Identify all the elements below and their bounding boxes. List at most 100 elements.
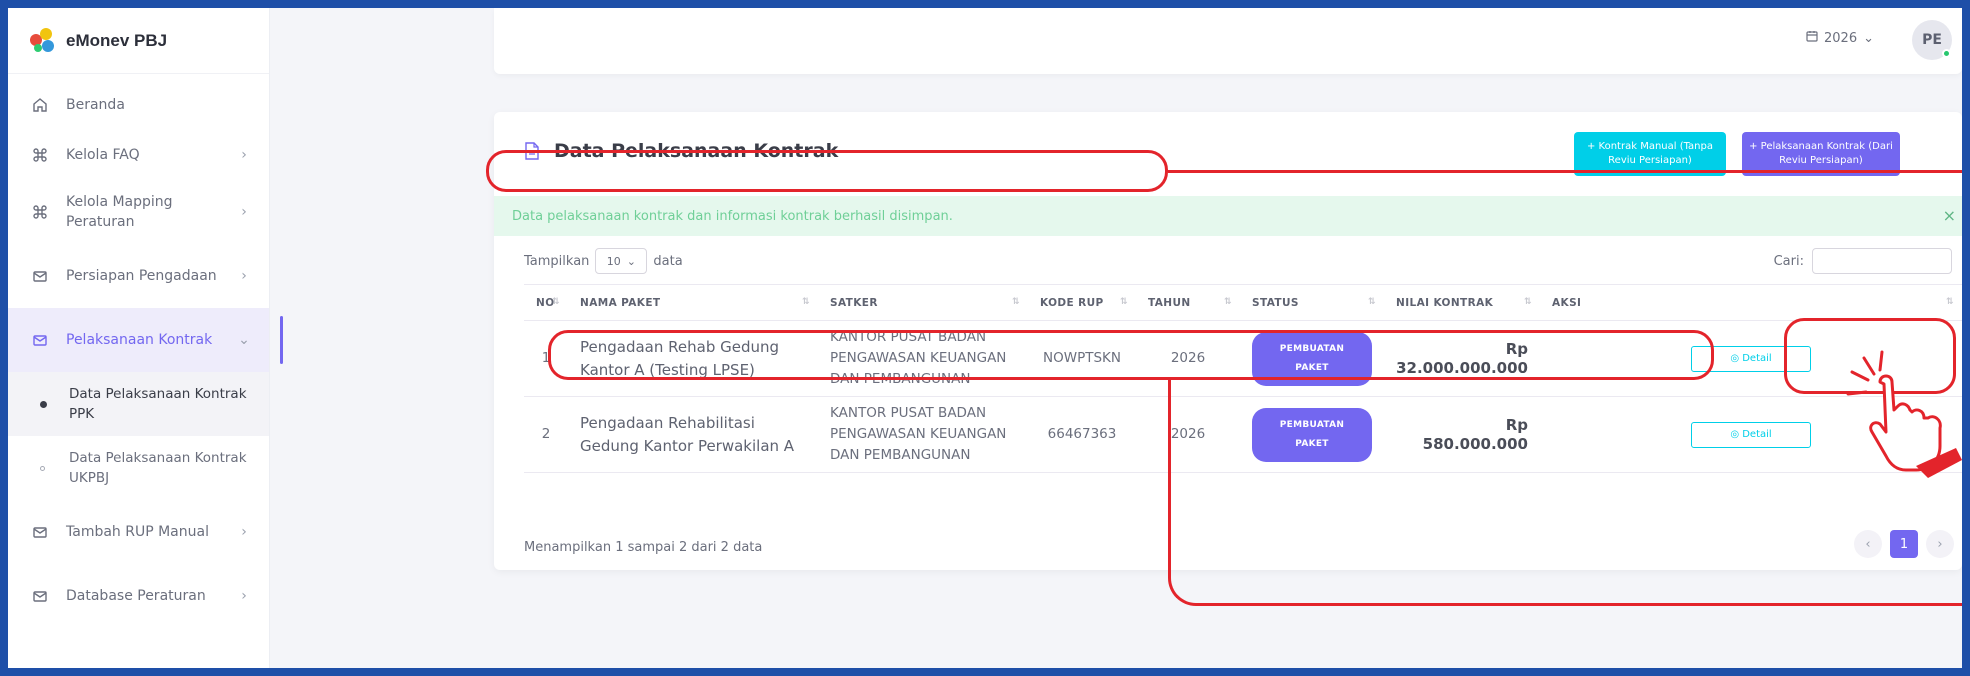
search-label: Cari: xyxy=(1773,253,1804,269)
mail-icon xyxy=(30,586,50,606)
app-frame: eMonev PBJ Beranda Kelola FAQ › Kelola M… xyxy=(8,8,1962,668)
search-input[interactable] xyxy=(1812,248,1952,274)
bullet-icon xyxy=(40,400,47,408)
add-pelaksanaan-kontrak-button[interactable]: + Pelaksanaan Kontrak (Dari Reviu Persia… xyxy=(1742,132,1900,176)
cell-no: 2 xyxy=(524,396,568,473)
cell-nama-paket: Pengadaan Rehab Gedung Kantor A (Testing… xyxy=(568,320,818,397)
column-header: AKSI ⇅ xyxy=(1540,284,1962,321)
sidebar-item-label: Data Pelaksanaan Kontrak UKPBJ xyxy=(69,450,247,486)
sidebar-item-label: Data Pelaksanaan Kontrak PPK xyxy=(69,386,247,422)
bullet-icon xyxy=(40,465,45,471)
cell-tahun: 2026 xyxy=(1136,396,1240,473)
status-badge: PEMBUATAN PAKET xyxy=(1252,407,1372,462)
table-info: Menampilkan 1 sampai 2 dari 2 data xyxy=(524,540,763,555)
column-header[interactable]: NILAI KONTRAK ⇅ xyxy=(1384,284,1540,321)
page-length-control: Tampilkan 10 ⌄ data xyxy=(524,248,683,274)
brand[interactable]: eMonev PBJ xyxy=(8,8,269,74)
mail-icon xyxy=(30,330,50,350)
kontrak-table: NO ⇅ NAMA PAKET ⇅ SATKER ⇅ KODE RUP ⇅ TAHUN ⇅… xyxy=(524,284,1962,473)
card-title-text: Data Pelaksanaan Kontrak xyxy=(554,140,839,162)
pagination: ‹ 1 › xyxy=(1854,530,1954,558)
chevron-right-icon: › xyxy=(241,204,247,220)
sidebar-item-database-peraturan[interactable]: Database Peraturan › xyxy=(8,564,269,628)
sidebar-item-label: Tambah RUP Manual xyxy=(66,524,209,540)
sidebar-item-beranda[interactable]: Beranda xyxy=(8,80,269,130)
cell-kode-rup: 66467363 xyxy=(1028,396,1136,473)
command-icon xyxy=(30,202,50,222)
column-header[interactable]: NAMA PAKET ⇅ xyxy=(568,284,818,321)
column-header[interactable]: SATKER ⇅ xyxy=(818,284,1028,321)
add-kontrak-manual-button[interactable]: + Kontrak Manual (Tanpa Reviu Persiapan) xyxy=(1574,132,1726,176)
detail-button[interactable]: ◎ Detail xyxy=(1691,345,1811,372)
cell-status: PEMBUATAN PAKET xyxy=(1240,396,1384,473)
year-value: 2026 xyxy=(1824,30,1858,46)
table-search: Cari: xyxy=(1774,248,1952,274)
sidebar-subitem-data-ukpbj[interactable]: Data Pelaksanaan Kontrak UKPBJ xyxy=(8,436,269,500)
sidebar-item-label: Persiapan Pengadaan xyxy=(66,268,217,284)
pagination-prev[interactable]: ‹ xyxy=(1854,530,1882,558)
pointing-hand-icon xyxy=(1846,348,1962,478)
sidebar-item-pelaksanaan-kontrak[interactable]: Pelaksanaan Kontrak ⌄ xyxy=(8,308,283,372)
close-icon[interactable]: × xyxy=(1943,206,1956,225)
cell-nama-paket: Pengadaan Rehabilitasi Gedung Kantor Per… xyxy=(568,396,818,473)
cell-nilai: Rp 32.000.000.000 xyxy=(1384,320,1540,397)
avatar[interactable]: PE xyxy=(1912,20,1952,60)
cell-kode-rup: NOWPTSKN xyxy=(1028,320,1136,397)
pagination-next[interactable]: › xyxy=(1926,530,1954,558)
column-header[interactable]: TAHUN ⇅ xyxy=(1136,284,1240,321)
sidebar: eMonev PBJ Beranda Kelola FAQ › Kelola M… xyxy=(8,8,283,668)
mail-icon xyxy=(30,266,50,286)
online-status-icon xyxy=(1942,49,1951,58)
calendar-icon xyxy=(1806,30,1818,46)
chevron-right-icon: › xyxy=(241,588,247,604)
brand-logo-icon xyxy=(30,27,56,54)
sidebar-item-label: Database Peraturan xyxy=(66,588,206,604)
mail-icon xyxy=(30,522,50,542)
year-select[interactable]: 2026 ⌄ xyxy=(1806,30,1874,46)
detail-button[interactable]: ◎ Detail xyxy=(1691,421,1811,448)
chevron-right-icon: › xyxy=(241,147,247,163)
cell-nilai: Rp 580.000.000 xyxy=(1384,396,1540,473)
home-icon xyxy=(30,95,50,115)
command-icon xyxy=(30,145,50,165)
chevron-down-icon: ⌄ xyxy=(1863,30,1874,46)
brand-name: eMonev PBJ xyxy=(66,30,168,50)
sidebar-item-persiapan-pengadaan[interactable]: Persiapan Pengadaan › xyxy=(8,244,269,308)
sidebar-subitem-data-ppk[interactable]: Data Pelaksanaan Kontrak PPK xyxy=(8,372,269,436)
cell-satker: KANTOR PUSAT BADAN PENGAWASAN KEUANGAN D… xyxy=(818,320,1028,397)
alert-text: Data pelaksanaan kontrak dan informasi k… xyxy=(512,208,953,224)
sidebar-item-label: Beranda xyxy=(66,97,125,113)
cell-satker: KANTOR PUSAT BADAN PENGAWASAN KEUANGAN D… xyxy=(818,396,1028,473)
sidebar-item-tambah-rup[interactable]: Tambah RUP Manual › xyxy=(8,500,269,564)
chevron-down-icon: ⌄ xyxy=(626,254,637,268)
table-row: 1 Pengadaan Rehab Gedung Kantor A (Testi… xyxy=(524,320,1962,397)
column-header[interactable]: STATUS ⇅ xyxy=(1240,284,1384,321)
file-icon xyxy=(524,142,540,160)
cell-tahun: 2026 xyxy=(1136,320,1240,397)
chevron-right-icon: › xyxy=(241,268,247,284)
page-length-select[interactable]: 10 ⌄ xyxy=(595,248,648,274)
success-alert: Data pelaksanaan kontrak dan informasi k… xyxy=(494,196,1962,236)
card-title: Data Pelaksanaan Kontrak xyxy=(524,140,838,162)
kontrak-card: Data Pelaksanaan Kontrak + Kontrak Manua… xyxy=(494,112,1962,570)
column-header[interactable]: NO ⇅ xyxy=(524,284,568,321)
sidebar-nav: Beranda Kelola FAQ › Kelola Mapping Pera… xyxy=(8,74,283,628)
length-prefix: Tampilkan xyxy=(524,253,590,269)
top-navbar: 2026 ⌄ PE xyxy=(494,8,1962,74)
sidebar-item-kelola-faq[interactable]: Kelola FAQ › xyxy=(8,130,269,180)
avatar-initials: PE xyxy=(1922,32,1942,48)
sidebar-item-label: Kelola Mapping Peraturan xyxy=(66,194,173,230)
sidebar-item-kelola-mapping[interactable]: Kelola Mapping Peraturan › xyxy=(8,180,269,244)
cell-status: PEMBUATAN PAKET xyxy=(1240,320,1384,397)
cell-no: 1 xyxy=(524,320,568,397)
pagination-page[interactable]: 1 xyxy=(1890,530,1918,558)
page-length-value: 10 xyxy=(606,254,621,268)
chevron-down-icon: ⌄ xyxy=(238,332,250,348)
sidebar-item-label: Pelaksanaan Kontrak xyxy=(66,332,213,348)
status-badge: PEMBUATAN PAKET xyxy=(1252,331,1372,386)
chevron-right-icon: › xyxy=(241,524,247,540)
column-header[interactable]: KODE RUP ⇅ xyxy=(1028,284,1136,321)
table-row: 2 Pengadaan Rehabilitasi Gedung Kantor P… xyxy=(524,396,1962,473)
sidebar-item-label: Kelola FAQ xyxy=(66,147,140,163)
length-suffix: data xyxy=(653,253,683,269)
